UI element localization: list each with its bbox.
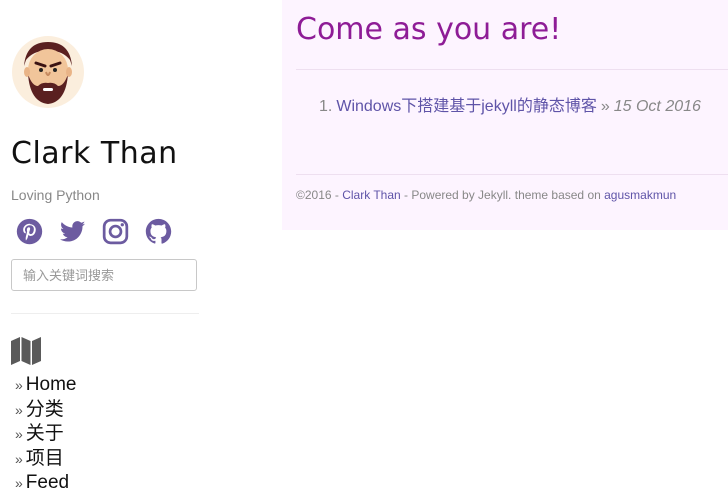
footer-theme-link[interactable]: agusmakmun (604, 188, 676, 202)
nav-link-home[interactable]: Home (26, 374, 77, 395)
page-heading: Come as you are! (296, 12, 562, 47)
nav-marker: » (15, 426, 23, 442)
map-icon (11, 337, 41, 365)
instagram-icon (102, 218, 129, 245)
post-item: 1. Windows下搭建基于jekyll的静态博客» 15 Oct 2016 (319, 92, 701, 116)
site-title[interactable]: Clark Than (11, 136, 178, 171)
nav-item-feed: » Feed (15, 471, 76, 496)
social-links (15, 217, 173, 246)
footer-copyright: ©2016 - (296, 188, 343, 202)
footer-divider (296, 174, 728, 175)
nav-item-about: » 关于 (15, 422, 76, 447)
pinterest-link[interactable] (15, 217, 44, 246)
twitter-link[interactable] (58, 217, 87, 246)
main-content: Come as you are! 1. Windows下搭建基于jekyll的静态… (282, 0, 728, 230)
twitter-icon (59, 221, 86, 242)
nav-item-projects: » 项目 (15, 447, 76, 472)
sidebar-nav: » Home » 分类 » 关于 » 项目 » Feed (15, 373, 76, 496)
post-separator: » (600, 98, 610, 115)
github-icon (145, 218, 172, 244)
avatar (12, 36, 84, 108)
nav-marker: » (15, 475, 23, 491)
nav-link-projects[interactable]: 项目 (26, 448, 64, 469)
site-tagline: Loving Python (11, 187, 100, 203)
nav-link-feed[interactable]: Feed (26, 472, 69, 493)
post-date: 15 Oct 2016 (613, 98, 701, 115)
footer-author-link[interactable]: Clark Than (342, 188, 400, 202)
footer-powered: - Powered by Jekyll. theme based on (400, 188, 605, 202)
nav-item-categories: » 分类 (15, 398, 76, 423)
nav-item-home: » Home (15, 373, 76, 398)
nav-marker: » (15, 450, 23, 467)
heading-divider (296, 69, 728, 70)
post-number: 1. (319, 98, 333, 115)
nav-link-about[interactable]: 关于 (26, 423, 64, 444)
pinterest-icon (16, 218, 43, 245)
github-link[interactable] (144, 217, 173, 246)
instagram-link[interactable] (101, 217, 130, 246)
nav-link-categories[interactable]: 分类 (26, 399, 64, 420)
nav-marker: » (15, 401, 23, 418)
footer: ©2016 - Clark Than - Powered by Jekyll. … (296, 188, 676, 202)
post-link[interactable]: Windows下搭建基于jekyll的静态博客 (336, 98, 596, 115)
sidebar: Clark Than Loving Python 输入关键词搜索 » Home … (0, 0, 282, 501)
search-input[interactable] (11, 259, 197, 291)
post-list: 1. Windows下搭建基于jekyll的静态博客» 15 Oct 2016 (319, 92, 701, 116)
sidebar-divider (11, 313, 199, 314)
nav-marker: » (15, 377, 23, 393)
